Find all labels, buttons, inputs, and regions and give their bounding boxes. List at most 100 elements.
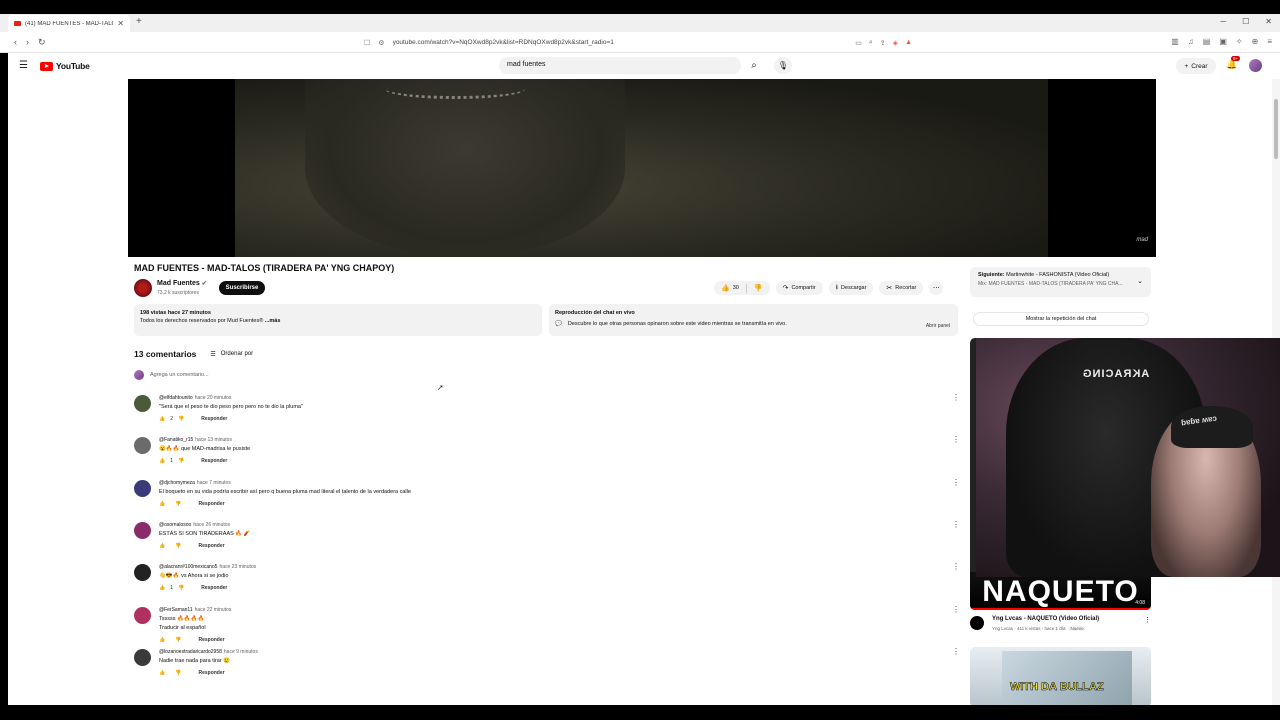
comment-menu-icon[interactable]: ⋮ (952, 435, 960, 444)
panel-icon[interactable]: ▤ (1203, 37, 1211, 46)
brave-shield-icon[interactable]: ◈ (893, 39, 898, 47)
thumbs-up-icon[interactable]: 👍 (159, 637, 165, 643)
address-bar[interactable]: ☐ ⚙ youtube.com/watch?v=NqOXwd8p2vk&list… (358, 35, 918, 50)
create-button[interactable]: + Crear (1176, 58, 1216, 74)
comment-time[interactable]: hace 7 minutos (197, 480, 231, 486)
comment-time[interactable]: hace 23 minutos (219, 564, 256, 570)
comment-time[interactable]: hace 22 minutos (195, 607, 232, 613)
vpn-icon[interactable]: ⊕ (1252, 37, 1259, 46)
comment-menu-icon[interactable]: ⋮ (952, 478, 960, 487)
screenshot-icon[interactable]: ▭ (855, 39, 862, 47)
thumbs-down-icon[interactable]: 👎 (178, 416, 184, 422)
video-menu-icon[interactable]: ⋮ (1144, 616, 1151, 624)
thumbs-down-icon[interactable]: 👎 (175, 543, 181, 549)
thumbs-up-icon[interactable]: 👍 (159, 585, 165, 591)
url-text[interactable]: youtube.com/watch?v=NqOXwd8p2vk&list=RDN… (393, 39, 848, 46)
video-thumbnail-2[interactable]: WITH DA BULLAZ (970, 647, 1151, 705)
reply-button[interactable]: Responder (198, 543, 224, 549)
search-button[interactable]: ⌕ (744, 57, 764, 74)
comment-menu-icon[interactable]: ⋮ (952, 562, 960, 571)
open-panel-button[interactable]: Abrir panel (926, 322, 950, 330)
download-button[interactable]: ⭳ Descargar (828, 281, 874, 295)
minimize-icon[interactable]: ─ (1220, 17, 1226, 26)
video-title-sidebar[interactable]: Yng Lvcas - NAQUETO (Video Oficial) (992, 616, 1099, 622)
thumbs-down-icon[interactable]: 👎 (175, 501, 181, 507)
new-tab-icon[interactable]: + (136, 16, 142, 27)
thumbs-down-icon[interactable]: 👎 (175, 670, 181, 676)
comment-avatar[interactable] (134, 606, 151, 624)
show-chat-replay-button[interactable]: Mostrar la repetición del chat (973, 312, 1149, 326)
comment-author[interactable]: @Fanatiko_r15 (159, 437, 193, 443)
channel-name-text[interactable]: Mad Fuentes (157, 280, 200, 287)
share-icon[interactable]: ⇪ (880, 39, 886, 47)
thumbs-up-icon[interactable]: 👍 (159, 458, 165, 464)
close-tab-icon[interactable]: ✕ (117, 19, 124, 28)
back-icon[interactable]: ‹ (14, 37, 17, 48)
comment-menu-icon[interactable]: ⋮ (952, 605, 960, 614)
comment-time[interactable]: hace 9 minutos (224, 649, 258, 655)
comment-avatar[interactable] (134, 648, 151, 666)
scrollbar-thumb[interactable] (1274, 99, 1278, 159)
comment-menu-icon[interactable]: ⋮ (952, 647, 960, 656)
add-comment[interactable]: Agrega un comentario... (134, 370, 209, 380)
reply-button[interactable]: Responder (201, 585, 227, 591)
search-input[interactable]: mad fuentes (499, 57, 741, 74)
comment-menu-icon[interactable]: ⋮ (952, 393, 960, 402)
sidebar-icon[interactable]: ▥ (1171, 37, 1179, 46)
thumbs-up-icon[interactable]: 👍 (159, 543, 165, 549)
channel-name[interactable]: Mad Fuentes ✔ (157, 280, 207, 287)
translate-link[interactable]: Traducir al español (159, 625, 206, 631)
forward-icon[interactable]: › (26, 37, 29, 48)
sort-button[interactable]: ☰ Ordenar por (210, 351, 253, 358)
extensions-icon[interactable]: ✧ (1236, 37, 1243, 46)
comment-menu-icon[interactable]: ⋮ (952, 520, 960, 529)
thumbs-down-icon[interactable]: 👎 (178, 458, 184, 464)
comment-time[interactable]: hace 13 minutos (195, 437, 232, 443)
reply-button[interactable]: Responder (198, 501, 224, 507)
zoom-icon[interactable]: ⌕ (869, 39, 873, 47)
like-button[interactable]: 👍 30 (714, 281, 746, 295)
reply-button[interactable]: Responder (198, 670, 224, 676)
description-box[interactable]: 198 vistas hace 27 minutos Todos los der… (134, 304, 542, 336)
comment-author[interactable]: @alacranr#100mexicano5 (159, 564, 217, 570)
account-avatar[interactable] (1249, 59, 1262, 72)
comment-author[interactable]: @lozanoestradaricardo2958 (159, 649, 222, 655)
video-player[interactable]: mad (128, 79, 1156, 257)
comment-time[interactable]: hace 20 minutos (195, 395, 232, 401)
show-more-link[interactable]: ...más (265, 318, 281, 324)
channel-avatar[interactable] (134, 279, 152, 297)
thumbs-up-icon[interactable]: 👍 (159, 670, 165, 676)
comment-avatar[interactable] (134, 395, 151, 412)
comment-avatar[interactable] (134, 521, 151, 539)
comment-avatar[interactable] (134, 564, 151, 582)
site-info-icon[interactable]: ⚙ (378, 39, 384, 47)
menu-icon[interactable]: ≡ (1267, 37, 1272, 46)
thumbs-down-icon[interactable]: 👎 (175, 637, 181, 643)
maximize-icon[interactable]: ☐ (1242, 17, 1249, 26)
browser-tab[interactable]: (41) MAD FUENTES - MAD-TALO ✕ (8, 15, 130, 32)
comment-avatar[interactable] (134, 437, 151, 455)
thumbs-up-icon[interactable]: 👍 (159, 416, 165, 422)
comment-author[interactable]: @djchomymeza (159, 480, 195, 486)
video-channel-avatar[interactable] (970, 616, 984, 630)
close-window-icon[interactable]: ✕ (1265, 17, 1272, 26)
more-actions-button[interactable]: ⋯ (929, 281, 944, 295)
wallet-icon[interactable]: ▣ (1219, 37, 1227, 46)
youtube-logo[interactable]: YouTube (40, 61, 90, 71)
notifications-button[interactable]: 🔔 9+ (1226, 56, 1241, 70)
share-button[interactable]: ↷ Compartir (775, 281, 823, 295)
thumbs-up-icon[interactable]: 👍 (159, 501, 165, 507)
bookmark-icon[interactable]: ☐ (364, 39, 370, 47)
music-icon[interactable]: ♫ (1188, 37, 1194, 46)
reply-button[interactable]: Responder (201, 458, 227, 464)
chevron-down-icon[interactable]: ⌄ (1137, 277, 1143, 285)
comment-author[interactable]: @FerSaman11 (159, 607, 193, 613)
reload-icon[interactable]: ↻ (38, 37, 46, 48)
dislike-button[interactable]: 👎 (747, 281, 770, 295)
subscribe-button[interactable]: Suscribirse (219, 281, 265, 295)
comment-avatar[interactable] (134, 479, 151, 497)
comment-author[interactable]: @osornalosoo (159, 522, 191, 528)
voice-search-button[interactable]: 🎙 (774, 57, 792, 74)
brave-rewards-icon[interactable]: ▲ (905, 39, 912, 47)
comment-author[interactable]: @elfdahtounito (159, 395, 193, 401)
